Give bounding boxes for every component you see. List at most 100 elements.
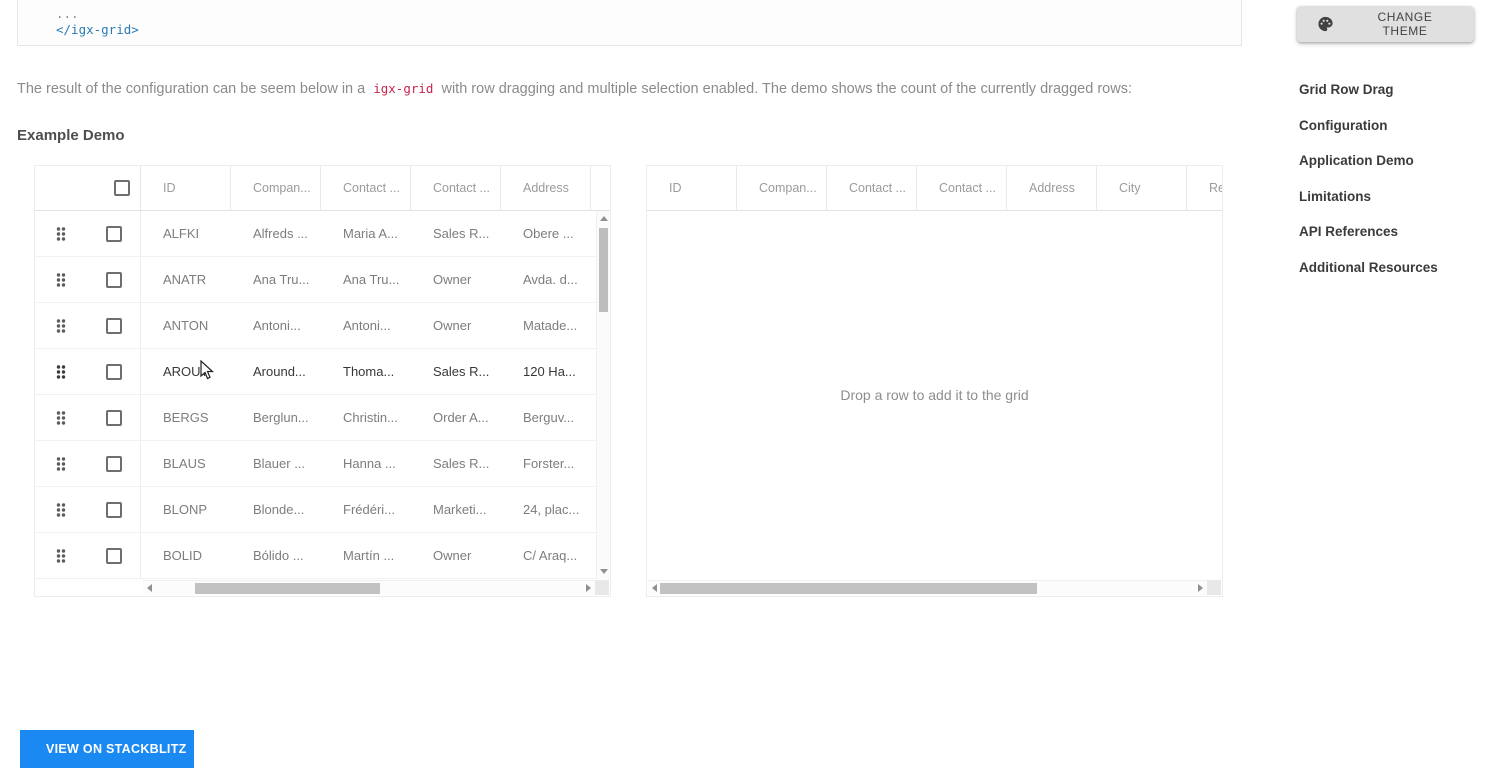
grid-cell[interactable]: Owner	[411, 318, 501, 333]
grid-cell[interactable]: ALFKI	[141, 226, 231, 241]
scrollbar-thumb[interactable]	[599, 228, 608, 312]
grid-cell[interactable]: Berguv...	[501, 410, 591, 425]
row-drag-handle[interactable]	[35, 502, 87, 518]
grid-cell[interactable]: Avda. d...	[501, 272, 591, 287]
nav-link-configuration[interactable]: Configuration	[1299, 108, 1499, 144]
row-drag-handle[interactable]	[35, 364, 87, 380]
scrollbar-thumb[interactable]	[660, 583, 1037, 594]
nav-link-application-demo[interactable]: Application Demo	[1299, 143, 1499, 179]
scroll-left-icon[interactable]	[147, 584, 152, 592]
grid-cell[interactable]: AROUT	[141, 364, 231, 379]
grid-cell[interactable]: BLONP	[141, 502, 231, 517]
view-on-stackblitz-button[interactable]: VIEW ON STACKBLITZ	[20, 730, 194, 768]
grid-cell[interactable]: Ana Tru...	[321, 272, 411, 287]
grid-cell[interactable]: Around...	[231, 364, 321, 379]
table-row[interactable]: ANATR Ana Tru... Ana Tru... Owner Avda. …	[35, 257, 610, 303]
column-header-contact-title[interactable]: Contact ...	[917, 166, 1007, 210]
column-header-id[interactable]: ID	[647, 166, 737, 210]
column-header-city[interactable]: City	[1097, 166, 1187, 210]
scrollbar-corner	[1207, 580, 1221, 595]
grid-cell[interactable]: Antoni...	[321, 318, 411, 333]
grid-cell[interactable]: Frédéri...	[321, 502, 411, 517]
grid-cell[interactable]: Blonde...	[231, 502, 321, 517]
grid-cell[interactable]: Antoni...	[231, 318, 321, 333]
row-checkbox[interactable]	[105, 363, 122, 380]
row-drag-handle[interactable]	[35, 456, 87, 472]
grid-cell[interactable]: Martín ...	[321, 548, 411, 563]
column-header-contact-name[interactable]: Contact ...	[827, 166, 917, 210]
change-theme-button[interactable]: CHANGE THEME	[1297, 6, 1474, 42]
grid-cell[interactable]: Bólido ...	[231, 548, 321, 563]
table-row[interactable]: BERGS Berglun... Christin... Order A... …	[35, 395, 610, 441]
scroll-right-icon[interactable]	[586, 584, 591, 592]
nav-link-grid-row-drag[interactable]: Grid Row Drag	[1299, 72, 1499, 108]
column-header-address[interactable]: Address	[1007, 166, 1097, 210]
table-row[interactable]: BLAUS Blauer ... Hanna ... Sales R... Fo…	[35, 441, 610, 487]
row-checkbox[interactable]	[105, 271, 122, 288]
intro-paragraph: The result of the configuration can be s…	[17, 81, 1132, 97]
grid-cell[interactable]: BOLID	[141, 548, 231, 563]
row-drag-handle[interactable]	[35, 272, 87, 288]
grid-cell[interactable]: BERGS	[141, 410, 231, 425]
column-header-contact-name[interactable]: Contact ...	[321, 166, 411, 210]
table-row[interactable]: BLONP Blonde... Frédéri... Marketi... 24…	[35, 487, 610, 533]
column-header-region[interactable]: Reg	[1187, 166, 1222, 210]
row-checkbox[interactable]	[105, 409, 122, 426]
nav-link-additional-resources[interactable]: Additional Resources	[1299, 250, 1499, 286]
grid-cell[interactable]: Alfreds ...	[231, 226, 321, 241]
grid-cell[interactable]: Forster...	[501, 456, 591, 471]
scroll-up-icon[interactable]	[600, 216, 608, 221]
grid-cell[interactable]: Owner	[411, 272, 501, 287]
grid-cell[interactable]: ANATR	[141, 272, 231, 287]
nav-link-limitations[interactable]: Limitations	[1299, 179, 1499, 215]
grid-cell[interactable]: Owner	[411, 548, 501, 563]
v-scrollbar[interactable]	[596, 211, 610, 579]
grid-cell[interactable]: Thoma...	[321, 364, 411, 379]
row-checkbox[interactable]	[105, 317, 122, 334]
row-checkbox[interactable]	[105, 547, 122, 564]
grid-cell[interactable]: Christin...	[321, 410, 411, 425]
grid-cell[interactable]: Sales R...	[411, 226, 501, 241]
table-row[interactable]: AROUT Around... Thoma... Sales R... 120 …	[35, 349, 610, 395]
row-drag-handle[interactable]	[35, 410, 87, 426]
column-header-address[interactable]: Address	[501, 166, 591, 210]
table-row[interactable]: ALFKI Alfreds ... Maria A... Sales R... …	[35, 211, 610, 257]
column-header-company[interactable]: Compan...	[737, 166, 827, 210]
row-drag-handle[interactable]	[35, 548, 87, 564]
grid-cell[interactable]: Hanna ...	[321, 456, 411, 471]
select-all-checkbox[interactable]	[114, 180, 130, 196]
grid-cell[interactable]: 120 Ha...	[501, 364, 591, 379]
column-header-id[interactable]: ID	[141, 166, 231, 210]
grid-cell[interactable]: Matade...	[501, 318, 591, 333]
scrollbar-thumb[interactable]	[195, 583, 380, 594]
grid-cell[interactable]: Berglun...	[231, 410, 321, 425]
grid-cell[interactable]: Order A...	[411, 410, 501, 425]
source-grid-body: ALFKI Alfreds ... Maria A... Sales R... …	[35, 211, 610, 579]
h-scrollbar[interactable]	[143, 580, 595, 595]
grid-cell[interactable]: 24, plac...	[501, 502, 591, 517]
row-drag-handle[interactable]	[35, 318, 87, 334]
grid-cell[interactable]: Sales R...	[411, 364, 501, 379]
grid-cell[interactable]: Obere ...	[501, 226, 591, 241]
nav-link-api-references[interactable]: API References	[1299, 214, 1499, 250]
grid-cell[interactable]: C/ Araq...	[501, 548, 591, 563]
grid-cell[interactable]: Sales R...	[411, 456, 501, 471]
grid-cell[interactable]: Blauer ...	[231, 456, 321, 471]
scroll-down-icon[interactable]	[600, 569, 608, 574]
grid-cell[interactable]: ANTON	[141, 318, 231, 333]
grid-cell[interactable]: BLAUS	[141, 456, 231, 471]
scroll-right-icon[interactable]	[1198, 584, 1203, 592]
row-checkbox[interactable]	[105, 455, 122, 472]
grid-cell[interactable]: Marketi...	[411, 502, 501, 517]
row-checkbox[interactable]	[105, 225, 122, 242]
row-checkbox[interactable]	[105, 501, 122, 518]
scroll-left-icon[interactable]	[652, 584, 657, 592]
column-header-company[interactable]: Compan...	[231, 166, 321, 210]
table-row[interactable]: BOLID Bólido ... Martín ... Owner C/ Ara…	[35, 533, 610, 579]
row-drag-handle[interactable]	[35, 226, 87, 242]
grid-cell[interactable]: Maria A...	[321, 226, 411, 241]
h-scrollbar[interactable]	[648, 580, 1207, 595]
column-header-contact-title[interactable]: Contact ...	[411, 166, 501, 210]
grid-cell[interactable]: Ana Tru...	[231, 272, 321, 287]
table-row[interactable]: ANTON Antoni... Antoni... Owner Matade..…	[35, 303, 610, 349]
